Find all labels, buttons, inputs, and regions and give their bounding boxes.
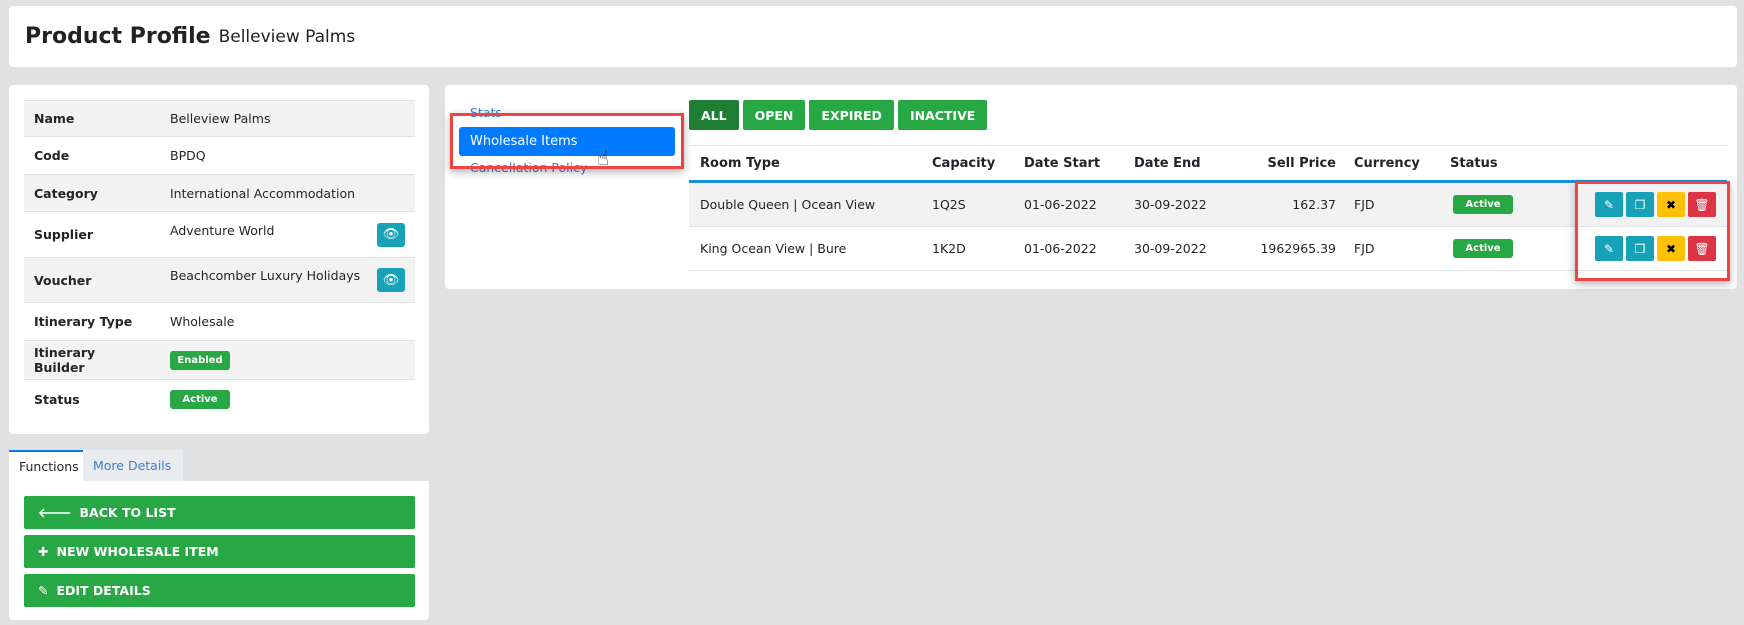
tab-more-details[interactable]: More Details — [83, 450, 183, 481]
button-label: EDIT DETAILS — [56, 583, 151, 598]
function-tabs: Functions More Details — [9, 450, 183, 481]
table-row: King Ocean View | Bure 1K2D 01-06-2022 3… — [689, 227, 1727, 271]
button-label: BACK TO LIST — [79, 505, 176, 520]
col-date-start: Date Start — [1024, 155, 1101, 171]
cell-currency: FJD — [1354, 197, 1375, 212]
wholesale-card: Stats Cancellation Policy Wholesale Item… — [445, 85, 1737, 289]
cell-date-end: 30-09-2022 — [1134, 241, 1207, 256]
filter-open[interactable]: OPEN — [742, 100, 806, 130]
info-label: Itinerary Builder — [24, 340, 160, 380]
arrow-left-icon: 🡐 — [38, 504, 72, 520]
cell-room-type: King Ocean View | Bure — [700, 241, 847, 256]
page-title: Product Profile — [25, 24, 211, 49]
back-to-list-button[interactable]: 🡐 BACK TO LIST — [24, 496, 415, 529]
highlight-box — [450, 113, 684, 169]
info-value: BPDQ — [160, 136, 415, 175]
cell-date-start: 01-06-2022 — [1024, 241, 1097, 256]
table-header: Room Type Capacity Date Start Date End S… — [689, 145, 1727, 183]
cell-currency: FJD — [1354, 241, 1375, 256]
hand-cursor-icon: ☝ — [597, 146, 610, 170]
info-label: Voucher — [24, 257, 160, 303]
info-label: Supplier — [24, 211, 160, 258]
filter-inactive[interactable]: INACTIVE — [897, 100, 988, 130]
wholesale-table: Room Type Capacity Date Start Date End S… — [689, 145, 1727, 271]
col-date-end: Date End — [1134, 155, 1201, 171]
info-value: Belleview Palms — [160, 100, 415, 137]
cell-date-end: 30-09-2022 — [1134, 197, 1207, 212]
new-wholesale-item-button[interactable]: ✚ NEW WHOLESALE ITEM — [24, 535, 415, 568]
cell-date-start: 01-06-2022 — [1024, 197, 1097, 212]
actions-highlight-box — [1575, 181, 1730, 281]
col-room-type: Room Type — [700, 155, 780, 171]
cell-room-type: Double Queen | Ocean View — [700, 197, 876, 212]
col-currency: Currency — [1354, 155, 1420, 171]
cell-capacity: 1Q2S — [932, 197, 966, 212]
view-supplier-button[interactable]: 👁 — [377, 222, 405, 247]
view-voucher-button[interactable]: 👁 — [377, 268, 405, 292]
button-label: NEW WHOLESALE ITEM — [56, 544, 219, 559]
cell-sell-price: 162.37 — [1292, 197, 1336, 212]
col-sell-price: Sell Price — [1267, 155, 1336, 171]
product-info-table: Name Belleview Palms Code BPDQ Category Int… — [24, 100, 415, 419]
info-label: Category — [24, 174, 160, 212]
col-status: Status — [1450, 155, 1498, 171]
plus-icon: ✚ — [38, 544, 49, 559]
info-value: Beachcomber Luxury Holidays — [170, 268, 361, 283]
info-label: Status — [24, 379, 160, 419]
info-label: Name — [24, 100, 160, 137]
table-row: Double Queen | Ocean View 1Q2S 01-06-202… — [689, 183, 1727, 227]
col-capacity: Capacity — [932, 155, 996, 171]
filter-all[interactable]: ALL — [689, 100, 739, 130]
info-value: International Accommodation — [160, 174, 415, 212]
info-value: Adventure World — [170, 222, 275, 238]
edit-details-button[interactable]: ✎ EDIT DETAILS — [24, 574, 415, 607]
edit-icon: ✎ — [38, 583, 49, 598]
info-label: Code — [24, 136, 160, 175]
eye-icon: 👁 — [382, 272, 400, 288]
cell-capacity: 1K2D — [932, 241, 966, 256]
info-label: Itinerary Type — [24, 302, 160, 341]
filter-expired[interactable]: EXPIRED — [809, 100, 894, 130]
status-badge: Active — [1453, 239, 1513, 258]
cell-sell-price: 1962965.39 — [1260, 241, 1336, 256]
filter-group: ALL OPEN EXPIRED INACTIVE — [689, 100, 988, 130]
status-badge: Active — [170, 389, 230, 409]
tab-functions[interactable]: Functions — [9, 450, 83, 481]
status-badge: Active — [1453, 195, 1513, 214]
page-subtitle: Belleview Palms — [218, 26, 356, 47]
product-info-card: Name Belleview Palms Code BPDQ Category Int… — [9, 85, 429, 434]
page-header: Product Profile Belleview Palms — [9, 6, 1737, 67]
eye-icon: 👁 — [382, 227, 400, 242]
info-value: Wholesale — [160, 302, 415, 341]
functions-panel: 🡐 BACK TO LIST ✚ NEW WHOLESALE ITEM ✎ EDIT … — [9, 481, 429, 620]
builder-badge: Enabled — [170, 350, 230, 370]
